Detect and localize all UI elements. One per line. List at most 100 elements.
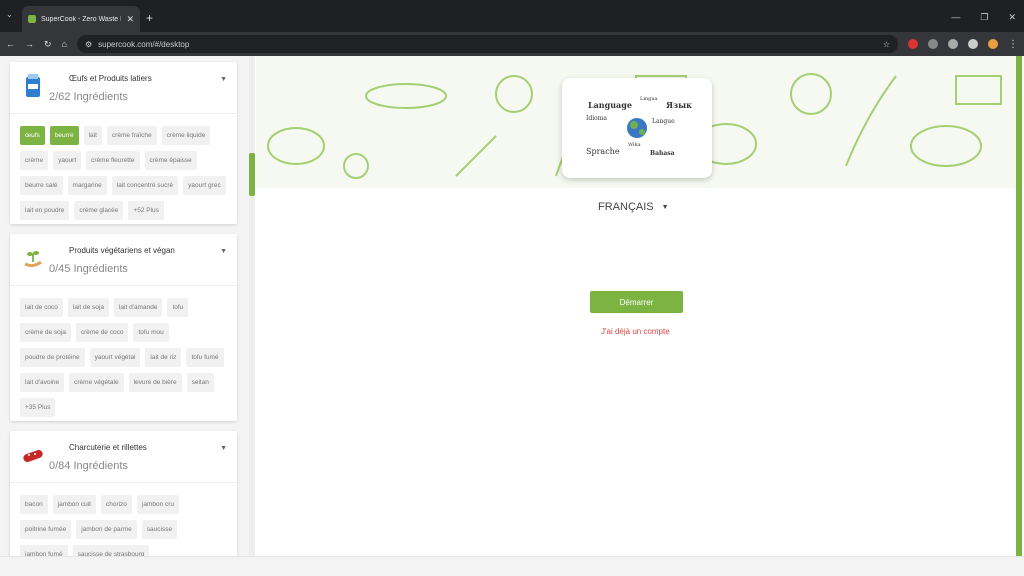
ingredient-chip[interactable]: crème liquide xyxy=(161,126,211,145)
sausage-icon xyxy=(23,449,43,463)
chip-list: bacon jambon cuit chorizo jambon cru poitrin… xyxy=(10,483,237,566)
tab-title: SuperCook - Zero Waste Recipe xyxy=(41,15,121,23)
ingredient-chip[interactable]: bacon xyxy=(20,495,48,514)
ingredient-chip[interactable]: tofu xyxy=(167,298,189,317)
tab-search-icon[interactable]: ⌄ xyxy=(6,10,13,19)
new-tab-icon[interactable]: + xyxy=(146,11,153,25)
ingredient-chip[interactable]: chorizo xyxy=(100,495,132,514)
ingredient-chip[interactable]: crème de soja xyxy=(20,323,71,342)
reload-icon[interactable]: ↻ xyxy=(44,39,52,50)
category-header[interactable]: Produits végétariens et végan 0/45 Ingré… xyxy=(10,234,237,286)
ingredient-chip[interactable]: jambon cru xyxy=(136,495,180,514)
download-icon[interactable] xyxy=(968,39,978,49)
ingredient-chip[interactable]: crème épaisse xyxy=(144,151,197,170)
lang-word: Lingua xyxy=(640,96,658,102)
ingredient-chip[interactable]: yaourt grec xyxy=(183,176,226,195)
lang-word: Bahasa xyxy=(650,150,675,157)
lang-word: Language xyxy=(588,100,632,110)
menu-kebab-icon[interactable]: ⋮ xyxy=(1008,39,1018,50)
category-header[interactable]: Œufs et Produits latiers 2/62 Ingrédient… xyxy=(10,62,237,114)
ingredient-chip[interactable]: +35 Plus xyxy=(20,398,56,417)
chevron-down-icon[interactable]: ▼ xyxy=(220,445,227,452)
milk-carton-icon xyxy=(26,74,40,97)
ingredient-chip[interactable]: crème fraîche xyxy=(106,126,157,145)
ingredient-chip[interactable]: lait de soja xyxy=(67,298,109,317)
language-illustration-card: Language Язык Lingua Idioma Sprache Lang… xyxy=(562,78,712,178)
minimize-icon[interactable]: — xyxy=(951,12,960,23)
ingredient-chip[interactable]: yaourt xyxy=(53,151,82,170)
ingredient-chip[interactable]: levure de bière xyxy=(128,373,182,392)
category-card: Œufs et Produits latiers 2/62 Ingrédient… xyxy=(10,62,237,224)
ingredient-chip[interactable]: crème végétale xyxy=(69,373,124,392)
sidebar-scroll-thumb[interactable] xyxy=(249,153,255,196)
sidebar-scrollbar[interactable] xyxy=(249,56,255,566)
category-count: 0/84 Ingrédients xyxy=(49,460,128,472)
extension-red-icon[interactable] xyxy=(908,39,918,49)
browser-titlebar: ⌄ SuperCook - Zero Waste Recipe ✕ + — ❐ … xyxy=(0,0,1024,32)
language-dropdown[interactable]: FRANÇAIS ▼ xyxy=(598,201,669,213)
horizontal-scrollbar[interactable] xyxy=(0,556,1024,576)
existing-account-link[interactable]: J'ai déjà un compte xyxy=(601,327,670,336)
chip-list: lait de coco lait de soja lait d'amande tof… xyxy=(10,286,237,421)
ingredient-chip[interactable]: œufs xyxy=(20,126,45,145)
lang-word: Langue xyxy=(652,118,675,125)
bookmark-star-icon[interactable]: ☆ xyxy=(883,40,890,49)
ingredient-chip[interactable]: beurre xyxy=(49,126,79,145)
restore-icon[interactable]: ❐ xyxy=(980,12,988,23)
category-count: 0/45 Ingrédients xyxy=(49,263,128,275)
address-bar[interactable]: ⚙ supercook.com/#/desktop ☆ xyxy=(76,35,898,53)
close-window-icon[interactable]: ✕ xyxy=(1008,12,1016,23)
ingredient-chip[interactable]: tofu mou xyxy=(133,323,169,342)
lang-word: Wika xyxy=(628,142,641,148)
ingredient-chip[interactable]: poitrine fumée xyxy=(20,520,72,539)
profile-avatar-icon[interactable] xyxy=(988,39,998,49)
caret-down-icon: ▼ xyxy=(661,203,669,211)
ingredient-chip[interactable]: jambon de parme xyxy=(76,520,137,539)
ingredient-chip[interactable]: saucisse xyxy=(141,520,178,539)
ingredient-chip[interactable]: lait de coco xyxy=(20,298,63,317)
language-word-cloud: Language Язык Lingua Idioma Sprache Lang… xyxy=(586,96,692,157)
ingredient-chip[interactable]: lait d'amande xyxy=(113,298,163,317)
site-info-icon[interactable]: ⚙ xyxy=(85,40,92,49)
ingredient-chip[interactable]: lait de riz xyxy=(145,348,182,367)
close-tab-icon[interactable]: ✕ xyxy=(126,14,134,25)
start-button[interactable]: Démarrer xyxy=(590,291,683,313)
language-value: FRANÇAIS xyxy=(598,201,654,213)
ingredient-chip[interactable]: crème de coco xyxy=(75,323,129,342)
ingredient-chip[interactable]: lait concentré sucré xyxy=(111,176,179,195)
ingredient-chip[interactable]: tofu fumé xyxy=(186,348,224,367)
ingredient-chip[interactable]: crème fleurette xyxy=(86,151,140,170)
category-title: Œufs et Produits latiers xyxy=(69,74,152,83)
lang-word: Sprache xyxy=(586,147,620,156)
extension-gray-icon[interactable] xyxy=(928,39,938,49)
ingredient-chip[interactable]: beurre salé xyxy=(20,176,63,195)
ingredient-chip[interactable]: crème glacée xyxy=(74,201,124,220)
extensions: ⋮ xyxy=(908,39,1018,50)
category-header[interactable]: Charcuterie et rillettes 0/84 Ingrédient… xyxy=(10,431,237,483)
category-card: Produits végétariens et végan 0/45 Ingré… xyxy=(10,234,237,421)
ingredient-chip[interactable]: yaourt végétal xyxy=(89,348,141,367)
right-accent-bar xyxy=(1016,56,1022,566)
home-icon[interactable]: ⌂ xyxy=(62,39,67,49)
category-title: Produits végétariens et végan xyxy=(69,246,175,255)
ingredient-chip[interactable]: lait d'avoine xyxy=(20,373,65,392)
chevron-down-icon[interactable]: ▼ xyxy=(220,76,227,83)
back-icon[interactable]: ← xyxy=(6,39,15,49)
category-card: Charcuterie et rillettes 0/84 Ingrédient… xyxy=(10,431,237,566)
lang-word: Idioma xyxy=(586,115,607,122)
ingredient-chip[interactable]: crème xyxy=(20,151,49,170)
ingredient-chip[interactable]: poudre de protéine xyxy=(20,348,85,367)
ingredient-chip[interactable]: seitan xyxy=(186,373,214,392)
forward-icon[interactable]: → xyxy=(25,39,34,49)
ingredient-chip[interactable]: lait en poudre xyxy=(20,201,70,220)
ingredient-chip[interactable]: jambon cuit xyxy=(52,495,96,514)
favicon-icon xyxy=(28,15,36,23)
browser-tab[interactable]: SuperCook - Zero Waste Recipe ✕ xyxy=(22,6,140,32)
ingredient-chip[interactable]: +52 Plus xyxy=(128,201,164,220)
chevron-down-icon[interactable]: ▼ xyxy=(220,248,227,255)
url-text: supercook.com/#/desktop xyxy=(98,39,190,49)
ingredient-chip[interactable]: lait xyxy=(83,126,102,145)
ingredient-chip[interactable]: margarine xyxy=(67,176,107,195)
page-content: Œufs et Produits latiers 2/62 Ingrédient… xyxy=(0,56,1024,576)
extensions-puzzle-icon[interactable] xyxy=(948,39,958,49)
